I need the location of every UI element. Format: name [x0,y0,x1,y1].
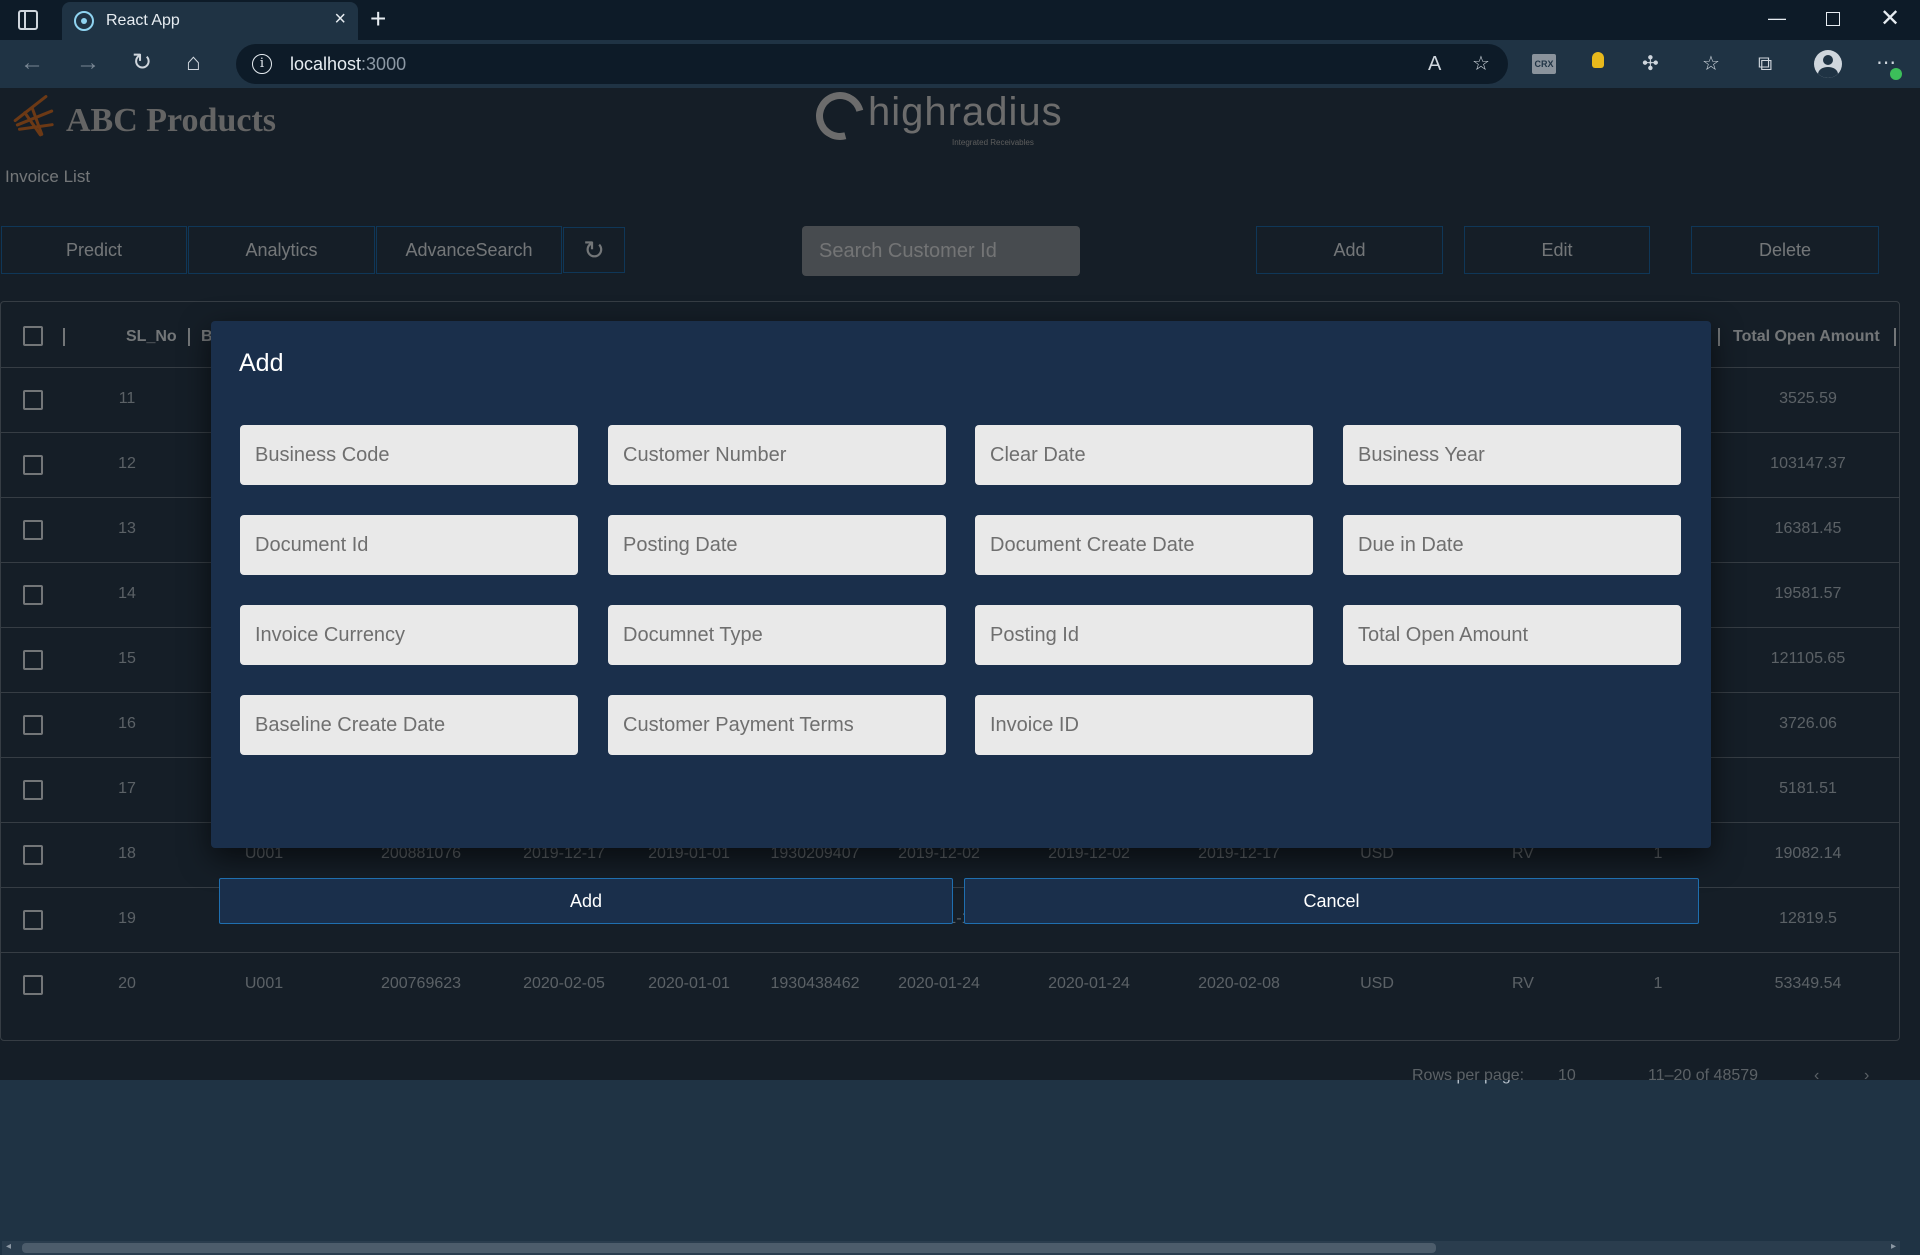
business-code-field[interactable] [240,425,578,485]
site-info-icon[interactable]: i [252,54,272,74]
react-favicon-icon [74,11,94,31]
back-icon[interactable]: ← [20,48,44,78]
browser-tab-bar: React App × + — ✕ [0,0,1920,40]
address-bar[interactable]: i localhost:3000 [236,44,1508,84]
crx-extension-icon[interactable]: CRX [1532,54,1556,74]
forward-icon[interactable]: → [76,48,100,78]
customer-payment-terms-field[interactable] [608,695,946,755]
url-text: localhost:3000 [290,54,406,75]
dialog-title: Add [239,349,284,377]
documnet-type-field[interactable] [608,605,946,665]
favorites-icon[interactable]: ☆ [1702,52,1720,76]
add-dialog: Add Add Cancel [211,321,1711,924]
invoice-id-field[interactable] [975,695,1313,755]
posting-date-field[interactable] [608,515,946,575]
tab-close-icon[interactable]: × [334,9,346,29]
url-port: :3000 [361,54,407,74]
profile-avatar[interactable] [1814,50,1842,78]
document-id-field[interactable] [240,515,578,575]
scroll-thumb[interactable] [22,1243,1436,1253]
url-host: localhost [290,54,362,74]
browser-toolbar: ← → ↻ ⌂ i localhost:3000 A ☆ CRX ✣ ☆ ⧉ ⋯ [0,40,1920,88]
horizontal-scrollbar[interactable]: ◂ ▸ [2,1241,1900,1255]
reload-icon[interactable]: ↻ [132,48,152,78]
extension-bulb-icon[interactable] [1592,52,1604,68]
document-create-date-field[interactable] [975,515,1313,575]
extensions-icon[interactable]: ✣ [1642,52,1659,76]
total-open-amount-field[interactable] [1343,605,1681,665]
window-close-icon[interactable]: ✕ [1880,4,1900,33]
home-icon[interactable]: ⌂ [186,48,201,78]
posting-id-field[interactable] [975,605,1313,665]
dialog-add-button[interactable]: Add [219,878,953,924]
new-tab-icon[interactable]: + [370,4,386,34]
read-aloud-icon[interactable]: A [1428,52,1441,76]
tab-title: React App [106,12,180,29]
customer-number-field[interactable] [608,425,946,485]
business-year-field[interactable] [1343,425,1681,485]
scroll-left-icon[interactable]: ◂ [6,1241,11,1252]
update-badge-icon [1890,68,1902,80]
baseline-create-date-field[interactable] [240,695,578,755]
browser-tab[interactable]: React App × [62,2,358,40]
dialog-cancel-button[interactable]: Cancel [964,878,1699,924]
scroll-right-icon[interactable]: ▸ [1891,1241,1896,1252]
collections-icon[interactable]: ⧉ [1758,52,1772,76]
restore-icon[interactable] [1826,12,1840,26]
tab-actions-icon[interactable] [18,10,38,30]
clear-date-field[interactable] [975,425,1313,485]
due-in-date-field[interactable] [1343,515,1681,575]
invoice-currency-field[interactable] [240,605,578,665]
favorite-star-icon[interactable]: ☆ [1472,52,1490,76]
app-root: ABC Products highradius Integrated Recei… [0,83,1920,1255]
minimize-icon[interactable]: — [1768,8,1786,29]
